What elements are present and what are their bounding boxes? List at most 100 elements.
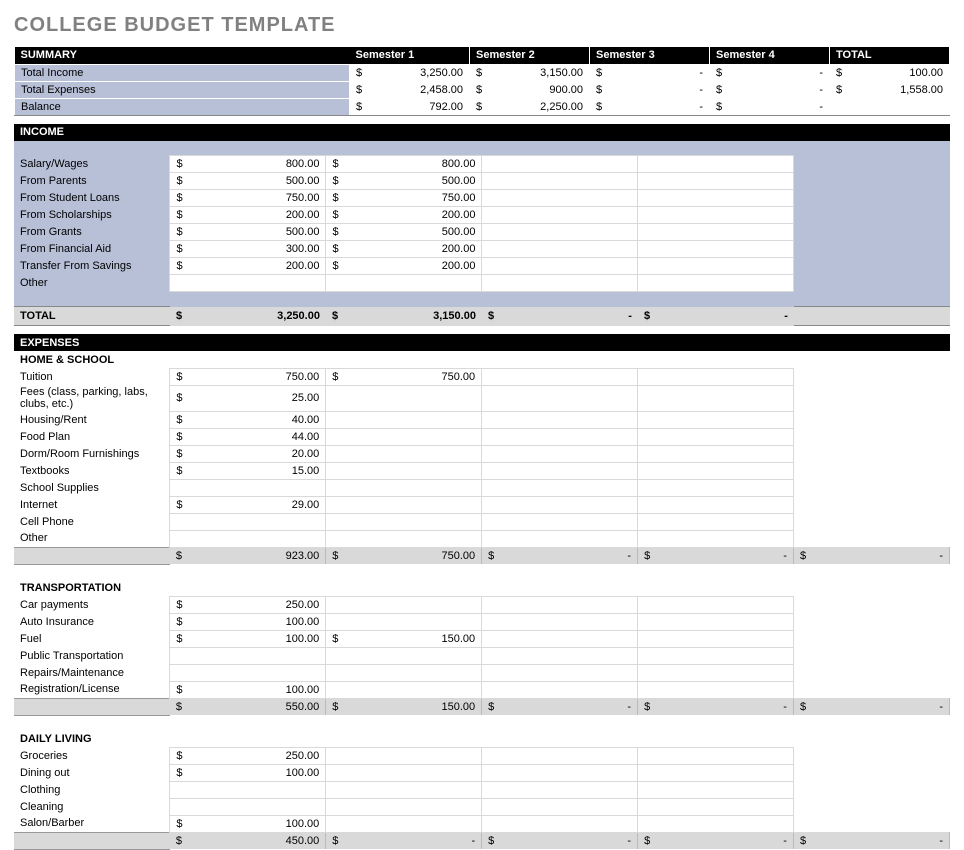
value-cell[interactable]: $100.00 [170, 613, 326, 630]
value-cell[interactable] [482, 207, 638, 224]
value-cell[interactable] [326, 798, 482, 815]
value-cell[interactable] [326, 445, 482, 462]
value-cell[interactable] [638, 190, 794, 207]
value-cell[interactable] [326, 530, 482, 547]
value-cell[interactable]: $- [638, 832, 794, 849]
value-cell[interactable] [482, 385, 638, 411]
value-cell[interactable] [482, 815, 638, 832]
value-cell[interactable] [638, 764, 794, 781]
value-cell[interactable] [638, 462, 794, 479]
value-cell[interactable] [638, 428, 794, 445]
value-cell[interactable]: $500.00 [170, 173, 326, 190]
value-cell[interactable] [638, 173, 794, 190]
value-cell[interactable] [482, 241, 638, 258]
value-cell[interactable] [482, 368, 638, 385]
value-cell[interactable]: $- [482, 698, 638, 715]
value-cell[interactable]: $100.00 [170, 681, 326, 698]
value-cell[interactable] [326, 428, 482, 445]
value-cell[interactable]: $750.00 [326, 368, 482, 385]
value-cell[interactable]: $750.00 [326, 190, 482, 207]
value-cell[interactable]: $550.00 [170, 698, 326, 715]
value-cell[interactable]: $150.00 [326, 698, 482, 715]
value-cell[interactable] [482, 798, 638, 815]
value-cell[interactable]: $2,458.00 [350, 81, 470, 98]
value-cell[interactable] [482, 664, 638, 681]
value-cell[interactable] [638, 156, 794, 173]
value-cell[interactable]: $- [590, 98, 710, 115]
value-cell[interactable]: $- [482, 307, 638, 326]
value-cell[interactable]: $15.00 [170, 462, 326, 479]
value-cell[interactable] [170, 798, 326, 815]
value-cell[interactable]: $- [793, 832, 949, 849]
value-cell[interactable] [326, 681, 482, 698]
value-cell[interactable] [170, 781, 326, 798]
value-cell[interactable]: $- [793, 698, 949, 715]
value-cell[interactable]: $- [590, 64, 710, 81]
value-cell[interactable]: $44.00 [170, 428, 326, 445]
value-cell[interactable] [638, 781, 794, 798]
value-cell[interactable]: $- [638, 698, 794, 715]
value-cell[interactable] [638, 613, 794, 630]
value-cell[interactable] [638, 207, 794, 224]
value-cell[interactable] [482, 275, 638, 292]
value-cell[interactable]: $250.00 [170, 596, 326, 613]
value-cell[interactable]: $792.00 [350, 98, 470, 115]
value-cell[interactable] [638, 815, 794, 832]
value-cell[interactable]: $20.00 [170, 445, 326, 462]
value-cell[interactable] [482, 173, 638, 190]
value-cell[interactable] [170, 513, 326, 530]
value-cell[interactable]: $300.00 [170, 241, 326, 258]
value-cell[interactable]: $40.00 [170, 411, 326, 428]
value-cell[interactable] [326, 462, 482, 479]
value-cell[interactable] [638, 596, 794, 613]
value-cell[interactable]: $750.00 [170, 368, 326, 385]
value-cell[interactable] [482, 258, 638, 275]
value-cell[interactable]: $- [482, 832, 638, 849]
value-cell[interactable] [482, 190, 638, 207]
value-cell[interactable] [482, 513, 638, 530]
value-cell[interactable] [482, 224, 638, 241]
value-cell[interactable]: $- [793, 547, 949, 564]
value-cell[interactable] [482, 764, 638, 781]
value-cell[interactable] [482, 411, 638, 428]
value-cell[interactable]: $800.00 [326, 156, 482, 173]
value-cell[interactable] [638, 385, 794, 411]
value-cell[interactable] [482, 613, 638, 630]
value-cell[interactable] [638, 530, 794, 547]
value-cell[interactable]: $- [710, 98, 830, 115]
value-cell[interactable]: $500.00 [326, 173, 482, 190]
value-cell[interactable]: $3,250.00 [350, 64, 470, 81]
value-cell[interactable]: $500.00 [326, 224, 482, 241]
value-cell[interactable] [326, 513, 482, 530]
value-cell[interactable]: $150.00 [326, 630, 482, 647]
value-cell[interactable]: $100.00 [170, 630, 326, 647]
value-cell[interactable] [326, 613, 482, 630]
value-cell[interactable] [326, 275, 482, 292]
value-cell[interactable]: $29.00 [170, 496, 326, 513]
value-cell[interactable] [482, 630, 638, 647]
value-cell[interactable]: $900.00 [470, 81, 590, 98]
value-cell[interactable] [638, 258, 794, 275]
value-cell[interactable]: $1,558.00 [830, 81, 950, 98]
value-cell[interactable] [638, 241, 794, 258]
value-cell[interactable] [482, 428, 638, 445]
value-cell[interactable] [326, 647, 482, 664]
value-cell[interactable] [638, 275, 794, 292]
value-cell[interactable] [170, 647, 326, 664]
value-cell[interactable] [482, 681, 638, 698]
value-cell[interactable] [482, 747, 638, 764]
value-cell[interactable] [638, 496, 794, 513]
value-cell[interactable]: $200.00 [170, 207, 326, 224]
value-cell[interactable]: $- [590, 81, 710, 98]
value-cell[interactable] [326, 385, 482, 411]
value-cell[interactable] [326, 747, 482, 764]
value-cell[interactable]: $200.00 [326, 207, 482, 224]
value-cell[interactable]: $3,150.00 [326, 307, 482, 326]
value-cell[interactable]: $100.00 [170, 764, 326, 781]
value-cell[interactable] [326, 664, 482, 681]
value-cell[interactable] [170, 664, 326, 681]
value-cell[interactable] [170, 275, 326, 292]
value-cell[interactable] [482, 647, 638, 664]
value-cell[interactable]: $500.00 [170, 224, 326, 241]
value-cell[interactable]: $- [638, 547, 794, 564]
